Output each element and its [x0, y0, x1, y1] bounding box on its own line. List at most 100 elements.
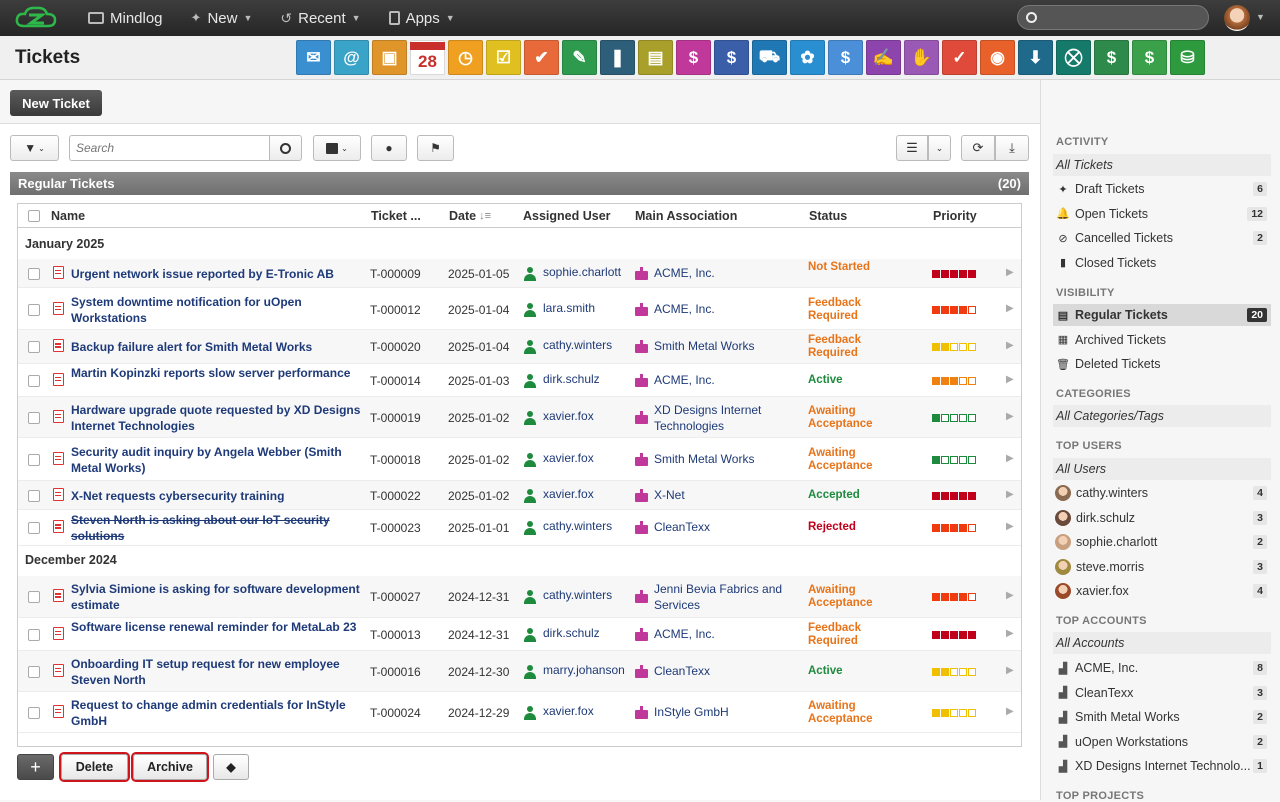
ticket-name-link[interactable]: Sylvia Simione is asking for software de…	[71, 581, 361, 613]
table-row[interactable]: System downtime notification for uOpen W…	[18, 289, 1021, 330]
flag-filter-button[interactable]: ⚑	[417, 135, 454, 161]
nav-mindlog[interactable]: Mindlog	[88, 10, 163, 27]
downloads-app-icon[interactable]: ⬇	[1018, 40, 1053, 75]
ticket-name-link[interactable]: Urgent network issue reported by E-Troni…	[71, 266, 361, 282]
row-expand-icon[interactable]: ▶	[1006, 628, 1014, 639]
user-filter-button[interactable]: ●	[371, 135, 407, 161]
database-app-icon[interactable]: ⛁	[1170, 40, 1205, 75]
assigned-user-link[interactable]: xavier.fox	[543, 409, 594, 423]
sidebar-account-item[interactable]: ▟ ACME, Inc. 8	[1053, 657, 1271, 679]
table-row[interactable]: Security audit inquiry by Angela Webber …	[18, 438, 1021, 481]
row-checkbox[interactable]	[28, 341, 40, 353]
billing-app-icon[interactable]: $	[1094, 40, 1129, 75]
assigned-user-link[interactable]: xavier.fox	[543, 487, 594, 501]
sidebar-user-sophie-charlott[interactable]: sophie.charlott 2	[1053, 531, 1271, 553]
table-row[interactable]: Onboarding IT setup request for new empl…	[18, 651, 1021, 692]
ticket-name-link[interactable]: Software license renewal reminder for Me…	[71, 619, 361, 635]
sidebar-account-item[interactable]: ▟ XD Designs Internet Technolo... 1	[1053, 755, 1271, 777]
sidebar-archived-tickets[interactable]: ▦ Archived Tickets	[1053, 329, 1271, 351]
assigned-user-link[interactable]: cathy.winters	[543, 588, 612, 602]
row-checkbox[interactable]	[28, 706, 40, 719]
deals-app-icon[interactable]: ✋	[904, 40, 939, 75]
money-bag-app-icon[interactable]: $	[828, 40, 863, 75]
date-filter-button[interactable]: ⌄	[313, 135, 361, 161]
view-options-dropdown[interactable]: ⌄	[928, 135, 951, 161]
assigned-user-link[interactable]: lara.smith	[543, 301, 595, 315]
download-button[interactable]: ⤓	[995, 135, 1029, 161]
table-row[interactable]: X-Net requests cybersecurity training T-0…	[18, 481, 1021, 510]
sidebar-user-steve-morris[interactable]: steve.morris 3	[1053, 556, 1271, 578]
ticket-name-link[interactable]: Request to change admin credentials for …	[71, 697, 361, 729]
select-all-checkbox[interactable]	[28, 210, 40, 222]
mail-app-icon[interactable]: ✉	[296, 40, 331, 75]
row-checkbox[interactable]	[28, 303, 40, 316]
notes-app-icon[interactable]: ✎	[562, 40, 597, 75]
association-link[interactable]: ACME, Inc.	[654, 372, 804, 388]
sidebar-all-categories[interactable]: All Categories/Tags	[1053, 405, 1271, 427]
table-row[interactable]: Urgent network issue reported by E-Troni…	[18, 259, 1021, 288]
row-checkbox[interactable]	[28, 411, 40, 424]
assigned-user-link[interactable]: xavier.fox	[543, 704, 594, 718]
sidebar-regular-tickets[interactable]: ▤ Regular Tickets 20	[1053, 304, 1271, 326]
row-expand-icon[interactable]: ▶	[1006, 590, 1014, 601]
sidebar-all-tickets[interactable]: All Tickets	[1053, 154, 1271, 176]
contracts-app-icon[interactable]: ✍	[866, 40, 901, 75]
association-link[interactable]: ACME, Inc.	[654, 301, 804, 317]
broadcast-app-icon[interactable]: ◉	[980, 40, 1015, 75]
documents-app-icon[interactable]: ▤	[638, 40, 673, 75]
assigned-user-link[interactable]: cathy.winters	[543, 338, 612, 352]
calendar-app-icon[interactable]: 28	[410, 40, 445, 75]
sidebar-cancelled-tickets[interactable]: ⊘ Cancelled Tickets 2	[1053, 227, 1271, 249]
pricing-app-icon[interactable]: $	[1132, 40, 1167, 75]
sidebar-user-cathy-winters[interactable]: cathy.winters 4	[1053, 482, 1271, 504]
row-checkbox[interactable]	[28, 267, 40, 280]
assigned-user-link[interactable]: dirk.schulz	[543, 372, 600, 386]
association-link[interactable]: Smith Metal Works	[654, 338, 804, 354]
refresh-button[interactable]: ⟳	[961, 135, 995, 161]
sidebar-all-users[interactable]: All Users	[1053, 458, 1271, 480]
sidebar-user-xavier-fox[interactable]: xavier.fox 4	[1053, 580, 1271, 602]
assigned-user-link[interactable]: dirk.schulz	[543, 626, 600, 640]
column-name[interactable]: Name	[51, 204, 85, 228]
search-button[interactable]	[269, 135, 302, 161]
table-row[interactable]: Steven North is asking about our IoT sec…	[18, 510, 1021, 546]
sidebar-closed-tickets[interactable]: ▮ Closed Tickets	[1053, 252, 1271, 274]
table-row[interactable]: Request to change admin credentials for …	[18, 692, 1021, 733]
sidebar-account-item[interactable]: ▟ Smith Metal Works 2	[1053, 706, 1271, 728]
ticket-name-link[interactable]: Onboarding IT setup request for new empl…	[71, 656, 361, 688]
bookmarks-app-icon[interactable]: ❚	[600, 40, 635, 75]
association-link[interactable]: ACME, Inc.	[654, 265, 804, 281]
column-assigned-user[interactable]: Assigned User	[523, 204, 611, 228]
new-ticket-button[interactable]: New Ticket	[10, 90, 102, 116]
row-checkbox[interactable]	[28, 453, 40, 466]
ticket-name-link[interactable]: Security audit inquiry by Angela Webber …	[71, 444, 361, 476]
column-date[interactable]: Date ↓≡	[449, 204, 491, 228]
row-expand-icon[interactable]: ▶	[1006, 521, 1014, 532]
tickets-app-icon[interactable]: ✓	[942, 40, 977, 75]
delivery-app-icon[interactable]: ⛟	[752, 40, 787, 75]
table-row[interactable]: Sylvia Simione is asking for software de…	[18, 576, 1021, 618]
column-priority[interactable]: Priority	[933, 204, 977, 228]
sidebar-open-tickets[interactable]: 🔔 Open Tickets 12	[1053, 203, 1271, 225]
association-link[interactable]: Smith Metal Works	[654, 451, 804, 467]
association-link[interactable]: X-Net	[654, 487, 804, 503]
sidebar-draft-tickets[interactable]: ✦ Draft Tickets 6	[1053, 178, 1271, 200]
association-link[interactable]: Jenni Bevia Fabrics and Services	[654, 581, 804, 613]
column-ticket-number[interactable]: Ticket ...	[371, 204, 421, 228]
ticket-name-link[interactable]: X-Net requests cybersecurity training	[71, 488, 361, 504]
timer-app-icon[interactable]: ◷	[448, 40, 483, 75]
row-expand-icon[interactable]: ▶	[1006, 665, 1014, 676]
archive-button[interactable]: Archive	[133, 754, 207, 780]
row-expand-icon[interactable]: ▶	[1006, 453, 1014, 464]
association-link[interactable]: ACME, Inc.	[654, 626, 804, 642]
sidebar-user-dirk-schulz[interactable]: dirk.schulz 3	[1053, 507, 1271, 529]
assigned-user-link[interactable]: marry.johanson	[543, 663, 625, 677]
row-expand-icon[interactable]: ▶	[1006, 340, 1014, 351]
association-link[interactable]: XD Designs Internet Technologies	[654, 402, 804, 434]
column-main-association[interactable]: Main Association	[635, 204, 737, 228]
cashier-app-icon[interactable]: $	[676, 40, 711, 75]
sidebar-all-accounts[interactable]: All Accounts	[1053, 632, 1271, 654]
app-logo-icon[interactable]	[14, 5, 58, 31]
search-input[interactable]	[69, 135, 269, 161]
nav-apps[interactable]: Apps ▼	[388, 10, 455, 27]
